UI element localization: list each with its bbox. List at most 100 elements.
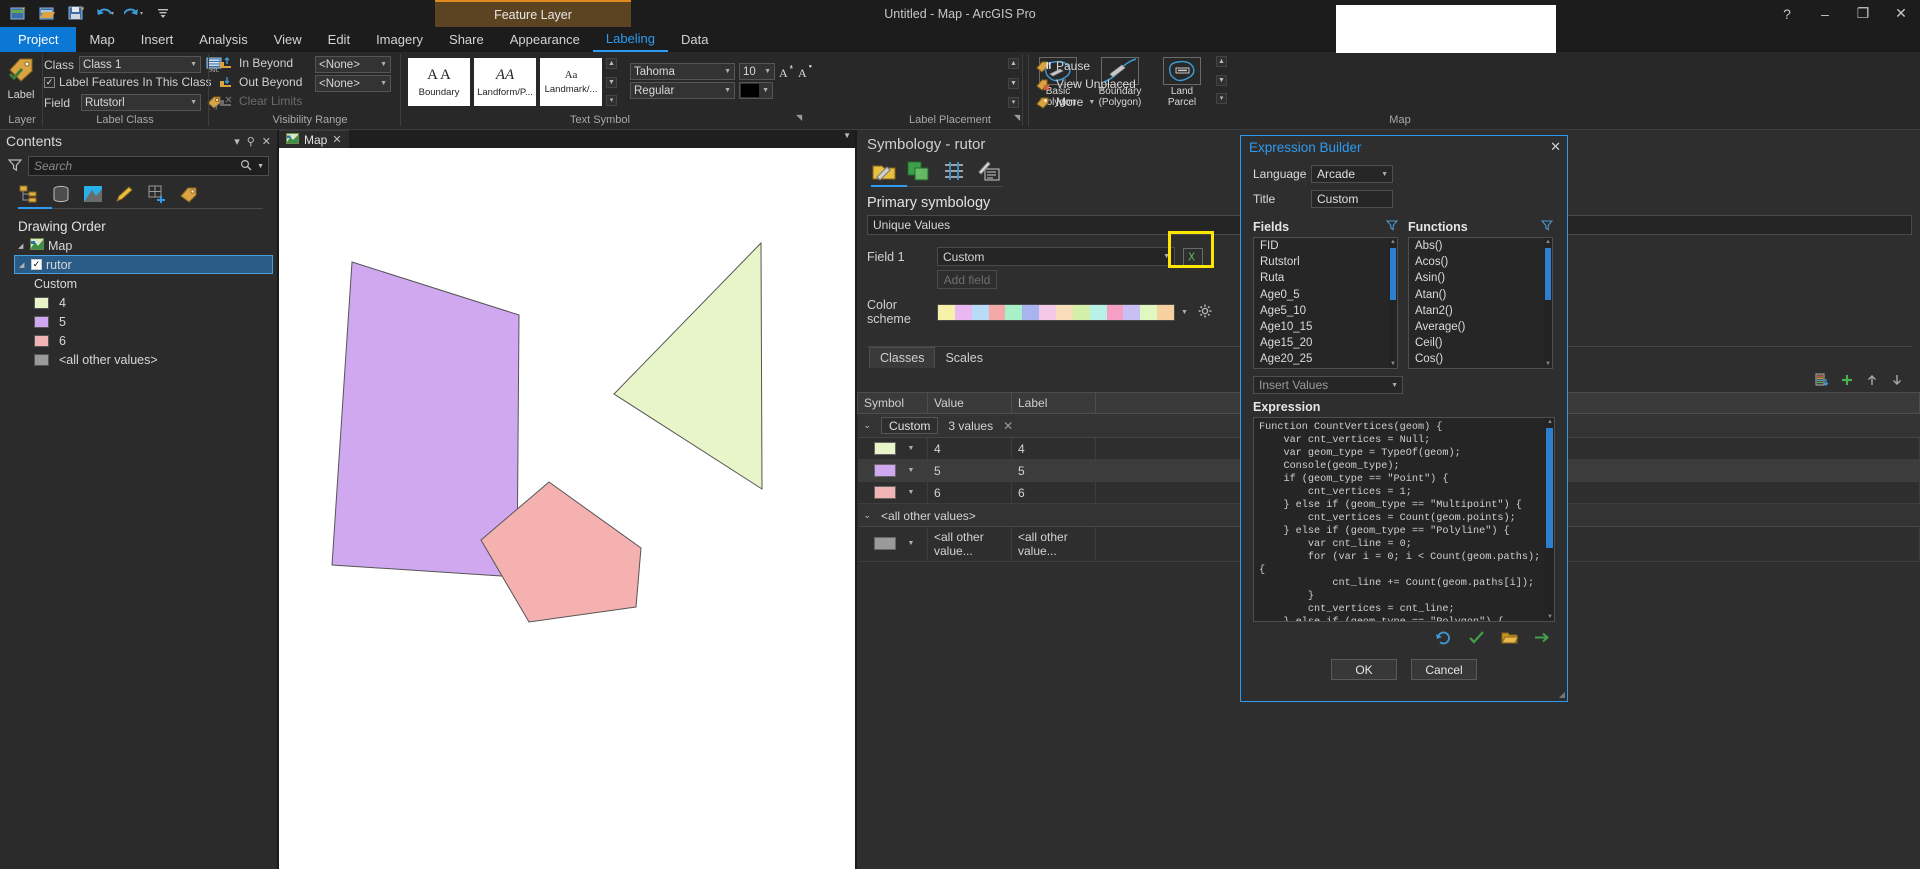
help-icon[interactable]: ? (1768, 0, 1806, 27)
symbol-swatch[interactable] (873, 486, 896, 499)
in-beyond-combo[interactable]: <None> ▼ (315, 56, 391, 73)
view-unplaced-command[interactable]: View Unplaced (1036, 75, 1136, 93)
chevron-down-icon[interactable]: ▼ (908, 489, 915, 496)
tree-item-all-other-values[interactable]: <all other values> (4, 350, 277, 369)
tree-item-map[interactable]: ◢ Map (4, 236, 277, 255)
open-project-icon[interactable] (37, 3, 57, 23)
language-combo[interactable]: Arcade ▼ (1311, 165, 1393, 183)
list-item[interactable]: Age20_25 (1254, 351, 1397, 367)
undo-icon[interactable] (95, 3, 115, 23)
layer-visibility-checkbox[interactable]: ✓ (31, 259, 42, 270)
reset-icon[interactable] (1435, 630, 1452, 648)
list-item[interactable]: Abs() (1409, 238, 1552, 254)
list-item[interactable]: Cos() (1409, 351, 1552, 367)
maximize-button[interactable]: ❐ (1844, 0, 1882, 27)
export-expression-icon[interactable] (1534, 630, 1551, 648)
filter-icon[interactable] (1385, 219, 1399, 234)
row-label[interactable]: <all other value... (1011, 526, 1096, 562)
row-value[interactable]: 4 (927, 437, 1012, 460)
ok-button[interactable]: OK (1331, 659, 1397, 680)
text-symbol-gallery-scroll[interactable]: ▲ ▼ ▾ (606, 58, 617, 106)
class-swatch[interactable] (34, 353, 49, 366)
list-item[interactable]: Age5_10 (1254, 303, 1397, 319)
class-swatch[interactable] (34, 296, 49, 309)
move-up-icon[interactable] (1865, 373, 1879, 390)
redo-icon[interactable] (124, 3, 144, 23)
ribbon-tab-analysis[interactable]: Analysis (186, 27, 260, 52)
expression-code[interactable]: Function CountVertices(geom) { var cnt_v… (1254, 418, 1554, 621)
polygon-green[interactable] (613, 241, 763, 490)
scroll-up-icon[interactable]: ▲ (1546, 418, 1554, 426)
out-beyond-combo[interactable]: <None> ▼ (315, 75, 391, 92)
gallery-expand-icon[interactable]: ▾ (606, 95, 617, 106)
row-value[interactable]: 5 (927, 459, 1012, 482)
placement-gallery-scroll[interactable]: ▲ ▼ ▾ (1216, 56, 1227, 104)
label-button[interactable]: Label (6, 56, 36, 101)
ribbon-tab-edit[interactable]: Edit (315, 27, 363, 52)
close-icon[interactable]: ✕ (262, 135, 271, 148)
chevron-down-icon[interactable]: ⌄ (864, 510, 872, 521)
font-style-combo[interactable]: Regular ▼ (630, 82, 735, 99)
ribbon-tab-insert[interactable]: Insert (128, 27, 187, 52)
text-symbol-boundary[interactable]: A A Boundary (408, 58, 470, 106)
symbol-swatch[interactable] (873, 442, 896, 455)
minimize-button[interactable]: – (1806, 0, 1844, 27)
col-value[interactable]: Value (927, 392, 1012, 414)
ribbon-tab-imagery[interactable]: Imagery (363, 27, 436, 52)
row-label[interactable]: 6 (1011, 481, 1096, 504)
ribbon-tab-data[interactable]: Data (668, 27, 721, 52)
map-pane-menu-icon[interactable]: ▼ (843, 131, 851, 140)
title-input[interactable]: Custom (1311, 190, 1393, 208)
tree-item-rutor[interactable]: ◢ ✓ rutor (14, 255, 273, 274)
color-scheme-combo[interactable] (937, 303, 1175, 321)
fields-list[interactable]: FID Rutstorl Ruta Age0_5 Age5_10 Age10_1… (1253, 237, 1398, 369)
list-item[interactable]: Acos() (1409, 254, 1552, 270)
list-item[interactable]: FID (1254, 238, 1397, 254)
search-icon[interactable] (240, 159, 252, 174)
list-by-snapping-icon[interactable] (146, 183, 168, 205)
class-swatch[interactable] (34, 334, 49, 347)
scroll-up-icon[interactable]: ▲ (1544, 238, 1552, 246)
list-item[interactable]: Age15_20 (1254, 335, 1397, 351)
list-item[interactable]: Atan2() (1409, 303, 1552, 319)
tree-item-class-5[interactable]: 5 (4, 312, 277, 331)
list-item[interactable]: Atan() (1409, 287, 1552, 303)
chevron-down-icon[interactable]: ▼ (908, 540, 915, 547)
display-filters-icon[interactable] (976, 159, 1002, 183)
add-values-icon[interactable] (1840, 373, 1854, 390)
font-family-combo[interactable]: Tahoma ▼ (630, 63, 735, 80)
label-features-checkbox[interactable]: ✓ (44, 76, 55, 88)
text-symbol-landform[interactable]: AA Landform/P... (474, 58, 536, 106)
expand-icon[interactable]: ▾ (1008, 97, 1019, 108)
font-size-combo[interactable]: 10 ▼ (739, 63, 775, 80)
pin-icon[interactable]: ⚲ (247, 135, 255, 148)
row-label[interactable]: 5 (1011, 459, 1096, 482)
more-values-icon[interactable] (1815, 373, 1829, 390)
group-name-field[interactable]: Custom (881, 417, 939, 434)
text-symbol-landmark[interactable]: Aa Landmark/... (540, 58, 602, 106)
scroll-down-icon[interactable]: ▼ (606, 76, 617, 88)
map-canvas[interactable] (279, 148, 855, 869)
filter-icon[interactable] (7, 158, 23, 175)
expand-icon[interactable]: ▾ (1216, 93, 1227, 104)
scroll-down-icon[interactable]: ▼ (1216, 74, 1227, 86)
functions-scrollbar[interactable]: ▲ ▼ (1544, 238, 1552, 368)
list-item[interactable]: Ceil() (1409, 335, 1552, 351)
row-label[interactable]: 4 (1011, 437, 1096, 460)
list-item[interactable]: Age0_5 (1254, 287, 1397, 303)
vary-symbology-by-attribute-icon[interactable] (906, 159, 932, 183)
col-label[interactable]: Label (1011, 392, 1096, 414)
list-by-labeling-icon[interactable] (178, 183, 200, 205)
ribbon-tab-map[interactable]: Map (76, 27, 127, 52)
dialog-resize-grip[interactable]: ◢ (1559, 690, 1565, 699)
more-labeling-command[interactable]: More ▼ (1036, 93, 1136, 111)
class-combo[interactable]: Class 1 ▼ (79, 56, 202, 73)
verify-icon[interactable] (1468, 630, 1485, 648)
list-item[interactable]: Rutstorl (1254, 254, 1397, 270)
chevron-down-icon[interactable]: ▼ (257, 163, 264, 170)
scroll-down-icon[interactable]: ▼ (1008, 77, 1019, 89)
search-input[interactable]: Search ▼ (28, 156, 269, 176)
list-by-data-source-icon[interactable] (50, 183, 72, 205)
expand-triangle-icon[interactable]: ◢ (19, 261, 27, 269)
add-field-button[interactable]: Add field (937, 270, 997, 289)
